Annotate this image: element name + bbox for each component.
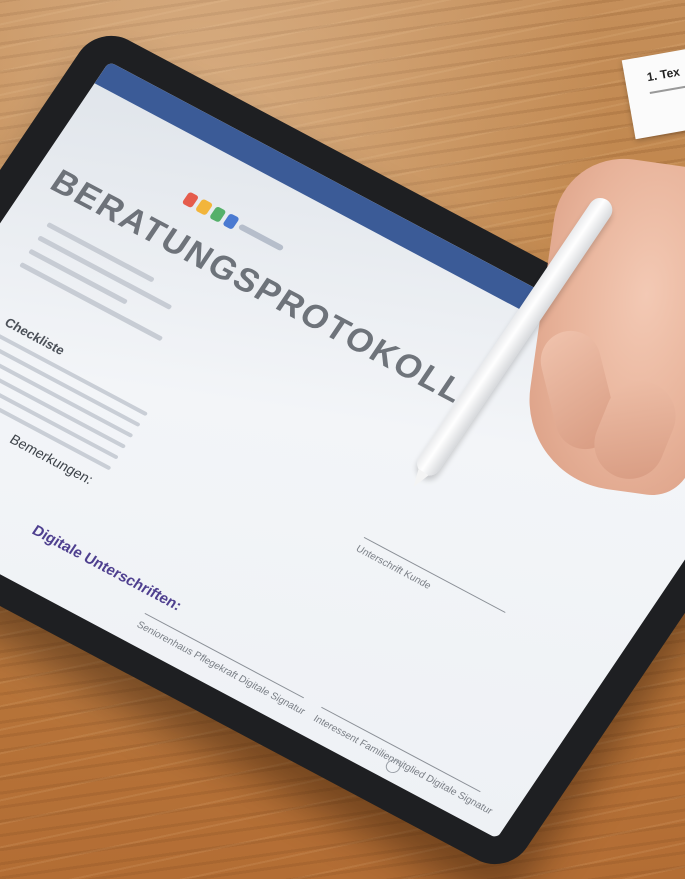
signature-line-3[interactable] [363,536,506,613]
signature-line-2[interactable] [320,706,481,792]
paper-note-title: 1. Tex [645,64,681,85]
paper-note-line [649,85,685,95]
signature-line-1[interactable] [144,612,304,698]
checklist-items [0,332,148,478]
signatures-heading: Digitale Unterschriften: [28,521,185,614]
